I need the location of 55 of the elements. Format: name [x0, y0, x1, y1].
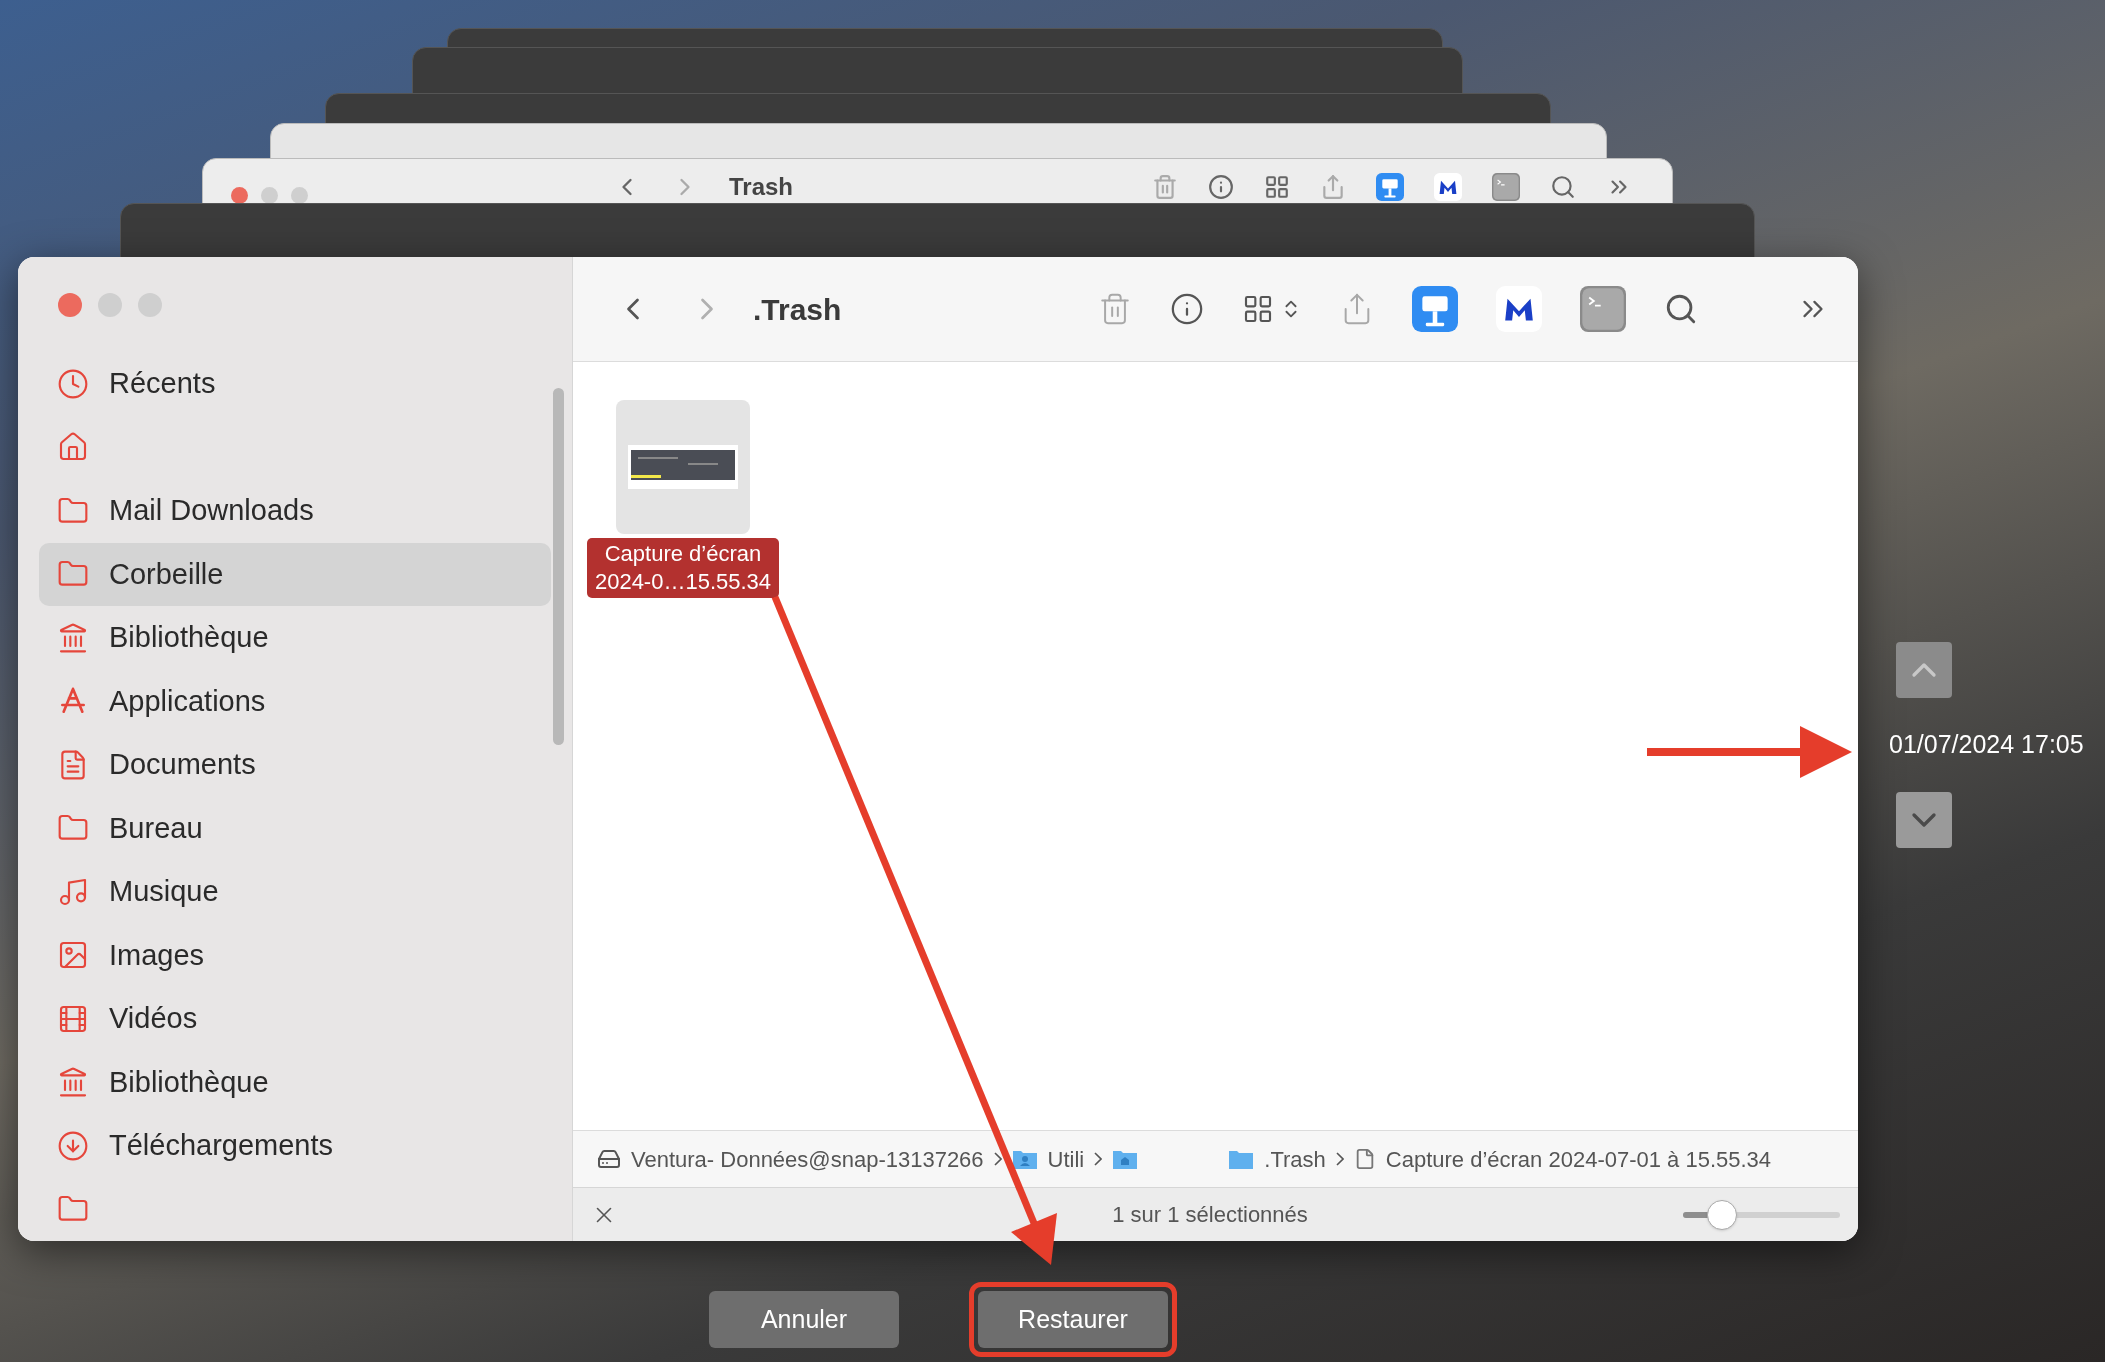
zoom-slider[interactable]	[1683, 1198, 1840, 1231]
file-item[interactable]: Capture d’écran 2024-0…15.55.34	[583, 400, 783, 598]
user-folder-icon	[1011, 1148, 1038, 1170]
slider-thumb[interactable]	[1707, 1199, 1738, 1230]
chevron-icon	[1094, 1152, 1103, 1166]
share-icon[interactable]	[1320, 174, 1346, 200]
m-logo-app-icon[interactable]	[1496, 286, 1542, 332]
columns-building-icon	[57, 621, 89, 654]
path-segment[interactable]: .Trash	[1264, 1142, 1326, 1176]
sidebar-item[interactable]: Bureau	[39, 796, 551, 860]
sidebar-item[interactable]: Bibliothèque	[39, 606, 551, 670]
sidebar-item[interactable]: Récents	[39, 352, 551, 416]
path-segment[interactable]: Ventura- Données@snap-13137266	[631, 1142, 984, 1176]
sidebar-item[interactable]: Applications	[39, 669, 551, 733]
path-segment[interactable]: Capture d’écran 2024-07-01 à 15.55.34	[1385, 1142, 1772, 1176]
search-icon[interactable]	[1664, 292, 1698, 326]
info-icon[interactable]	[1170, 292, 1204, 326]
timeline-up-button[interactable]	[1896, 642, 1952, 698]
file-name: Capture d’écran 2024-0…15.55.34	[586, 538, 780, 598]
hard-drive-icon	[597, 1147, 621, 1171]
download-icon	[57, 1129, 89, 1162]
window-title: .Trash	[753, 291, 842, 328]
home-folder-icon	[1112, 1148, 1139, 1170]
dialog-button[interactable]: Restaurer	[978, 1291, 1168, 1348]
scrollbar[interactable]	[553, 388, 564, 745]
chevron-icon	[993, 1152, 1002, 1166]
sidebar-item[interactable]: Musique	[39, 860, 551, 924]
path-segment[interactable]: Utili	[1047, 1142, 1085, 1176]
terminal-app-icon[interactable]	[1580, 286, 1626, 332]
grid-view-icon[interactable]	[1242, 293, 1274, 325]
backup-date: 01/07/2024 17:05	[1889, 729, 2084, 760]
grid-view-icon[interactable]	[1264, 174, 1290, 200]
sidebar-item[interactable]: Bibliothèque	[39, 1050, 551, 1114]
chevron-icon	[1335, 1152, 1344, 1166]
sidebar-item[interactable]: Images	[39, 923, 551, 987]
sidebar-item[interactable]: Vidéos	[39, 987, 551, 1051]
trash-icon[interactable]	[1152, 174, 1178, 200]
clock-icon	[57, 367, 89, 400]
folder-icon	[1228, 1148, 1255, 1170]
m-logo-app-icon[interactable]	[1434, 173, 1462, 201]
sidebar-item[interactable]: Corbeille	[39, 542, 551, 606]
search-icon[interactable]	[1550, 174, 1576, 200]
info-icon[interactable]	[1208, 174, 1234, 200]
sidebar-item[interactable]: Mail Downloads	[39, 479, 551, 543]
podium-app-icon[interactable]	[1376, 173, 1404, 201]
window-title: Trash	[729, 172, 794, 202]
selection-count: 1 sur 1 sélectionnés	[1111, 1201, 1309, 1229]
trash-icon[interactable]	[1098, 292, 1132, 326]
podium-app-icon[interactable]	[1412, 286, 1458, 332]
timeline-down-button[interactable]	[1896, 791, 1952, 848]
sidebar-item[interactable]: Documents	[39, 733, 551, 797]
dialog-button[interactable]: Annuler	[709, 1291, 899, 1348]
terminal-app-icon[interactable]	[1492, 173, 1520, 201]
columns-building-icon	[57, 1066, 89, 1099]
sidebar-item[interactable]: Téléchargements	[39, 1114, 551, 1178]
